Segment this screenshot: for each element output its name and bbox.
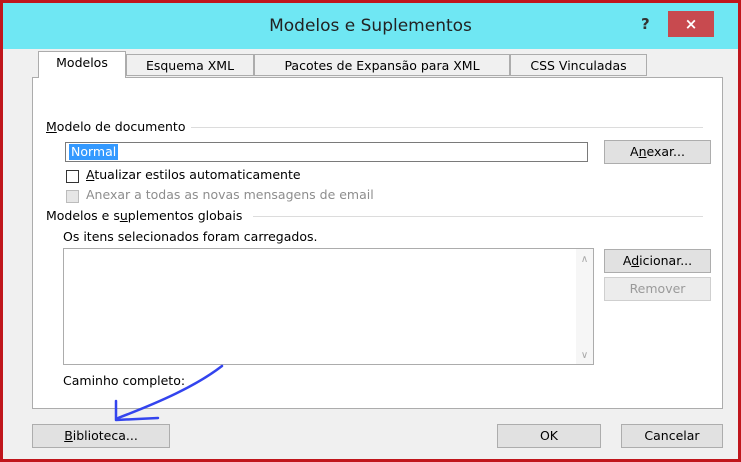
tab-modelos[interactable]: Modelos: [38, 51, 126, 78]
tab-label: Modelos: [56, 55, 108, 70]
